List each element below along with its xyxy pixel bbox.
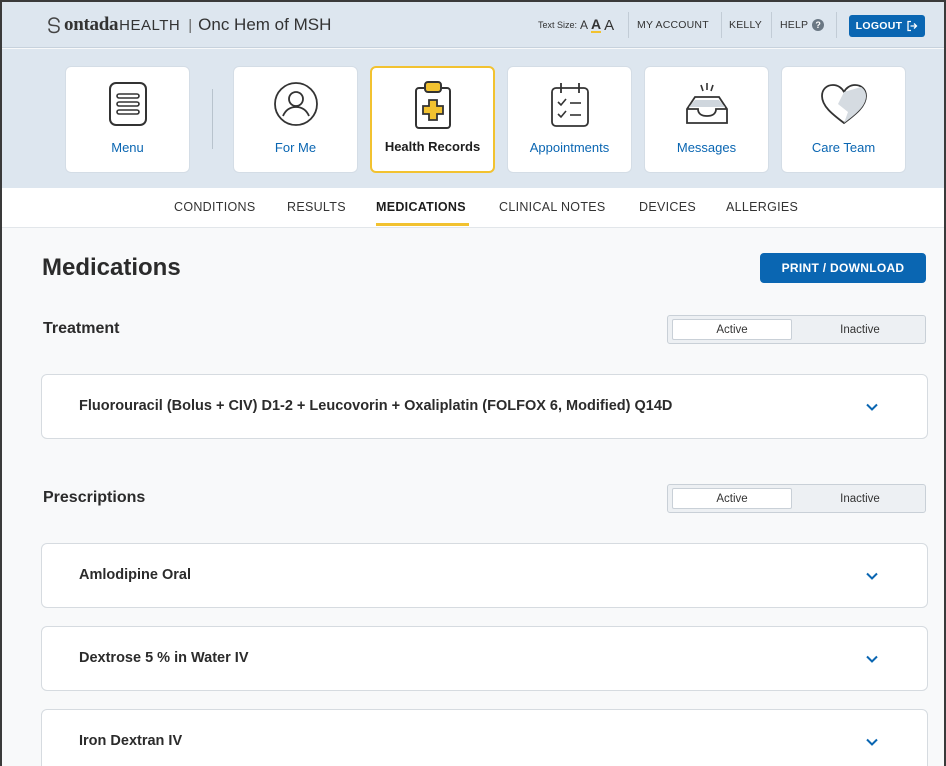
tile-for-me[interactable]: For Me (233, 66, 358, 173)
tab-results[interactable]: RESULTS (287, 200, 346, 214)
divider (628, 12, 629, 38)
chevron-down-icon[interactable] (865, 652, 879, 666)
treatment-status-toggle: Active Inactive (667, 315, 926, 344)
page-title: Medications (42, 254, 181, 281)
active-tab-indicator (376, 223, 469, 226)
tile-divider (212, 89, 213, 149)
treatment-section-title: Treatment (43, 320, 120, 337)
tab-medications[interactable]: MEDICATIONS (376, 200, 466, 214)
tile-label: Messages (676, 140, 737, 155)
logout-button[interactable]: LOGOUT (849, 15, 925, 37)
print-download-button[interactable]: PRINT / DOWNLOAD (760, 253, 926, 283)
brand-logo[interactable]: ontada HEALTH | Onc Hem of MSH (46, 14, 331, 36)
treatment-inactive-option[interactable]: Inactive (800, 319, 920, 340)
divider (836, 12, 837, 38)
treatment-card[interactable]: Fluorouracil (Bolus + CIV) D1-2 + Leucov… (41, 374, 928, 439)
tab-allergies[interactable]: ALLERGIES (726, 200, 798, 214)
prescriptions-active-option[interactable]: Active (672, 488, 792, 509)
brand-ontada: ontada (64, 14, 119, 35)
help-icon: ? (812, 19, 825, 31)
main-nav-tiles: Menu For Me Health Records Appointments … (2, 49, 944, 188)
prescription-name: Iron Dextran IV (79, 733, 183, 749)
prescriptions-status-toggle: Active Inactive (667, 484, 926, 513)
prescriptions-section-title: Prescriptions (43, 489, 146, 506)
tile-care-team[interactable]: Care Team (781, 66, 906, 173)
prescription-card[interactable]: Dextrose 5 % in Water IV (41, 626, 928, 691)
text-size-medium[interactable]: A (591, 17, 602, 33)
tile-health-records[interactable]: Health Records (370, 66, 495, 173)
app-frame: ontada HEALTH | Onc Hem of MSH Text Size… (0, 0, 946, 766)
heart-icon (820, 84, 867, 125)
tab-clinical-notes[interactable]: CLINICAL NOTES (499, 200, 606, 214)
prescription-name: Amlodipine Oral (79, 567, 191, 583)
prescriptions-inactive-option[interactable]: Inactive (800, 488, 920, 509)
text-size-control: Text Size: A A A (538, 2, 614, 48)
tile-menu[interactable]: Menu (65, 66, 190, 173)
help-label: HELP (780, 19, 809, 31)
my-account-link[interactable]: MY ACCOUNT (637, 2, 709, 48)
health-records-subnav: CONDITIONS RESULTS MEDICATIONS CLINICAL … (2, 188, 944, 228)
tile-label: Health Records (384, 139, 481, 154)
tile-messages[interactable]: Messages (644, 66, 769, 173)
logout-label: LOGOUT (855, 20, 903, 32)
text-size-small[interactable]: A (580, 18, 588, 32)
text-size-label: Text Size: (538, 20, 578, 30)
ontada-logo-icon (48, 17, 60, 34)
tile-label: Appointments (529, 140, 610, 155)
chevron-down-icon[interactable] (865, 400, 879, 414)
text-size-large[interactable]: A (604, 17, 614, 34)
calendar-icon (550, 83, 589, 127)
tile-label: For Me (274, 140, 317, 155)
logout-icon (907, 20, 918, 32)
treatment-name: Fluorouracil (Bolus + CIV) D1-2 + Leucov… (79, 398, 673, 414)
tile-label: Menu (111, 140, 144, 155)
tab-devices[interactable]: DEVICES (639, 200, 696, 214)
menu-icon (108, 82, 147, 126)
tile-label: Care Team (811, 140, 876, 155)
user-name-link[interactable]: KELLY (729, 2, 762, 48)
tab-conditions[interactable]: CONDITIONS (174, 200, 255, 214)
chevron-down-icon[interactable] (865, 569, 879, 583)
top-bar: ontada HEALTH | Onc Hem of MSH Text Size… (2, 2, 944, 48)
divider (721, 12, 722, 38)
org-name: Onc Hem of MSH (198, 15, 332, 34)
treatment-active-option[interactable]: Active (672, 319, 792, 340)
chevron-down-icon[interactable] (865, 735, 879, 749)
help-link[interactable]: HELP ? (780, 2, 825, 48)
inbox-icon (685, 83, 728, 124)
clipboard-icon (414, 81, 451, 129)
user-icon (273, 82, 318, 126)
tile-appointments[interactable]: Appointments (507, 66, 632, 173)
prescription-name: Dextrose 5 % in Water IV (79, 650, 249, 666)
prescription-card[interactable]: Amlodipine Oral (41, 543, 928, 608)
brand-separator: | (188, 16, 193, 34)
divider (771, 12, 772, 38)
prescription-card[interactable]: Iron Dextran IV (41, 709, 928, 766)
brand-health: HEALTH (119, 16, 181, 34)
